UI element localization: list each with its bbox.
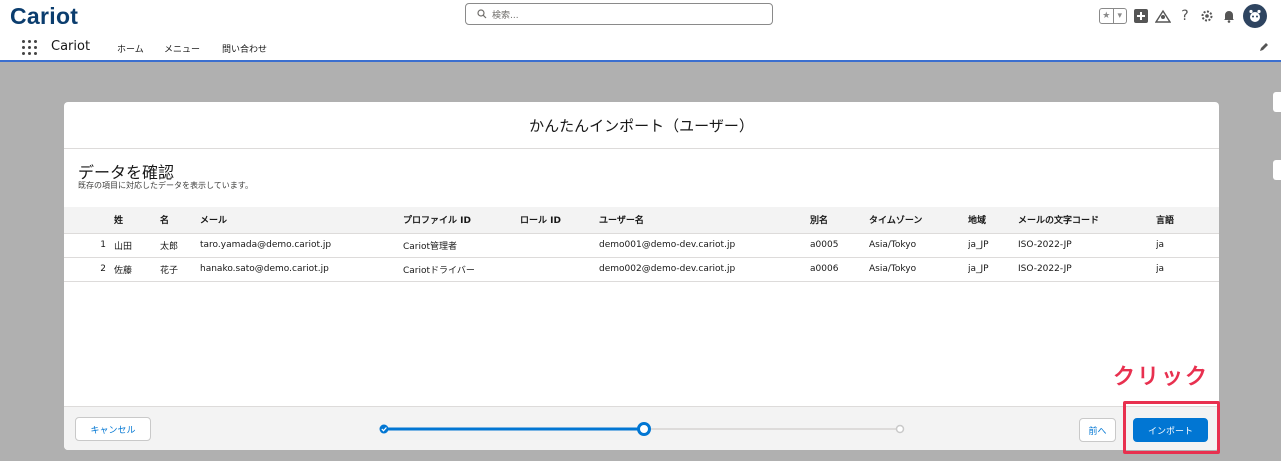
app-launcher-icon[interactable]: [22, 40, 37, 55]
column-header: 名: [160, 207, 200, 234]
modal-footer: キャンセル 前へ インポート: [64, 406, 1219, 450]
email-encoding-cell: ISO-2022-JP: [1018, 233, 1156, 258]
progress-step-complete[interactable]: [379, 424, 389, 434]
column-header: [64, 207, 114, 234]
first-name-cell: 太郎: [160, 233, 200, 258]
search-icon: [477, 9, 487, 19]
cancel-button[interactable]: キャンセル: [75, 417, 151, 441]
search-placeholder: 検索...: [492, 11, 519, 21]
locale-cell: ja_JP: [968, 257, 1018, 282]
star-icon[interactable]: ★: [1100, 9, 1113, 23]
email-cell: taro.yamada@demo.cariot.jp: [200, 233, 403, 258]
modal-title: かんたんインポート（ユーザー）: [64, 102, 1219, 149]
row-number: 2: [64, 257, 114, 282]
column-header: 言語: [1156, 207, 1219, 234]
last-name-cell: 佐藤: [114, 257, 160, 282]
nav-item-home[interactable]: ホーム: [117, 42, 144, 55]
email-cell: hanako.sato@demo.cariot.jp: [200, 257, 403, 282]
bell-icon[interactable]: [1221, 8, 1237, 24]
click-highlight-box: [1123, 401, 1220, 454]
app-name: Cariot: [51, 39, 91, 54]
side-panel-tab[interactable]: [1273, 92, 1281, 112]
gear-icon[interactable]: [1199, 8, 1215, 24]
progress-step-current[interactable]: [637, 422, 651, 436]
username-cell: demo001@demo-dev.cariot.jp: [599, 233, 810, 258]
user-avatar-icon[interactable]: [1243, 4, 1267, 28]
import-modal: かんたんインポート（ユーザー） データを確認 既存の項目に対応したデータを表示し…: [64, 102, 1219, 450]
side-panel-tab[interactable]: [1273, 160, 1281, 180]
chevron-down-icon[interactable]: ▾: [1112, 9, 1127, 23]
column-header: ロール ID: [520, 207, 599, 234]
nav-item-menu[interactable]: メニュー: [164, 42, 200, 55]
global-search-input[interactable]: 検索...: [465, 3, 773, 25]
column-header: タイムゾーン: [869, 207, 968, 234]
alias-cell: a0006: [810, 257, 869, 282]
column-header: ユーザー名: [599, 207, 810, 234]
column-header: 姓: [114, 207, 160, 234]
language-cell: ja: [1156, 233, 1219, 258]
help-icon[interactable]: ?: [1177, 8, 1193, 24]
favorites-control[interactable]: ★ ▾: [1099, 8, 1127, 24]
username-cell: demo002@demo-dev.cariot.jp: [599, 257, 810, 282]
app-navigation-bar: Cariot ホーム メニュー 問い合わせ: [0, 33, 1281, 62]
click-callout-label: クリック: [1113, 365, 1210, 390]
global-header: Cariot 検索... ★ ▾ ?: [0, 0, 1281, 33]
profile-id-cell: Cariot管理者: [403, 233, 520, 258]
last-name-cell: 山田: [114, 233, 160, 258]
table-row: 1 山田 太郎 taro.yamada@demo.cariot.jp Cario…: [64, 233, 1219, 258]
progress-step-upcoming[interactable]: [895, 424, 905, 434]
row-number: 1: [64, 233, 114, 258]
cariot-logo[interactable]: Cariot: [10, 3, 78, 30]
column-header: メール: [200, 207, 403, 234]
language-cell: ja: [1156, 257, 1219, 282]
alias-cell: a0005: [810, 233, 869, 258]
profile-id-cell: Cariotドライバー: [403, 257, 520, 282]
header-utility-icons: ★ ▾ ?: [1099, 4, 1267, 28]
column-header: プロファイル ID: [403, 207, 520, 234]
timezone-cell: Asia/Tokyo: [869, 233, 968, 258]
column-header: 別名: [810, 207, 869, 234]
trailhead-icon[interactable]: [1155, 8, 1171, 24]
table-row: 2 佐藤 花子 hanako.sato@demo.cariot.jp Cario…: [64, 257, 1219, 282]
role-id-cell: [520, 233, 599, 258]
column-header: 地域: [968, 207, 1018, 234]
previous-button[interactable]: 前へ: [1079, 418, 1116, 442]
edit-nav-pencil-icon[interactable]: [1259, 42, 1269, 52]
timezone-cell: Asia/Tokyo: [869, 257, 968, 282]
role-id-cell: [520, 257, 599, 282]
first-name-cell: 花子: [160, 257, 200, 282]
progress-indicator: [379, 422, 905, 436]
global-create-icon[interactable]: [1133, 8, 1149, 24]
email-encoding-cell: ISO-2022-JP: [1018, 257, 1156, 282]
table-header-row: 姓 名 メール プロファイル ID ロール ID ユーザー名 別名 タイムゾーン…: [64, 207, 1219, 234]
locale-cell: ja_JP: [968, 233, 1018, 258]
section-subtitle: 既存の項目に対応したデータを表示しています。: [78, 181, 253, 190]
nav-item-contact[interactable]: 問い合わせ: [222, 42, 267, 55]
preview-table: 姓 名 メール プロファイル ID ロール ID ユーザー名 別名 タイムゾーン…: [64, 207, 1219, 282]
column-header: メールの文字コード: [1018, 207, 1156, 234]
